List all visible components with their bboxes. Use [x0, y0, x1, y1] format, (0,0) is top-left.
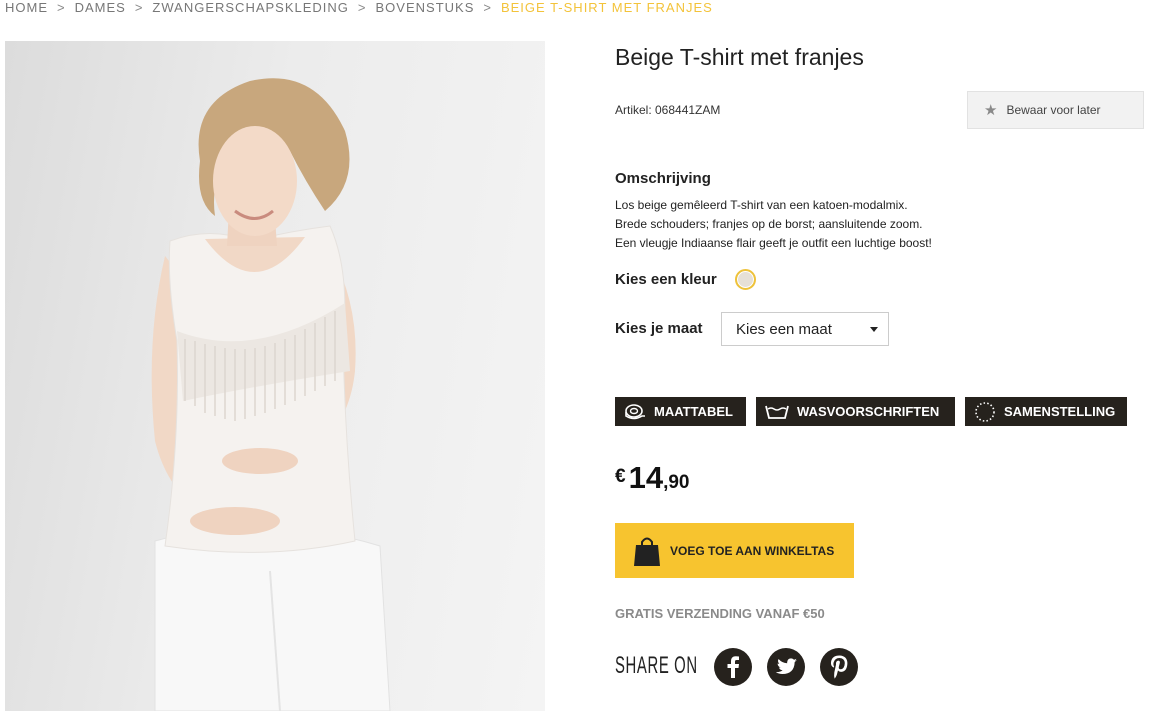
breadcrumb-dames[interactable]: DAMES — [75, 0, 126, 15]
measuring-tape-icon — [625, 403, 645, 419]
care-instructions-button[interactable]: WASVOORSCHRIFTEN — [756, 397, 955, 426]
save-for-later-label: Bewaar voor later — [1006, 103, 1101, 117]
size-chart-button[interactable]: MAATTABEL — [615, 397, 746, 426]
composition-label: SAMENSTELLING — [1004, 404, 1116, 419]
size-chart-label: MAATTABEL — [654, 404, 733, 419]
pinterest-icon — [830, 655, 848, 679]
description-line: Een vleugje Indiaanse flair geeft je out… — [615, 236, 932, 250]
size-select-value: Kies een maat — [736, 320, 832, 338]
free-shipping-notice: GRATIS VERZENDING VANAF €50 — [615, 606, 825, 621]
add-to-cart-label: VOEG TOE AAN WINKELTAS — [670, 543, 835, 558]
product-title: Beige T-shirt met franjes — [615, 44, 864, 70]
breadcrumb-separator: > — [483, 0, 492, 15]
wash-basin-icon — [765, 405, 789, 419]
breadcrumb-bovenstuks[interactable]: BOVENSTUKS — [376, 0, 475, 15]
breadcrumb-separator: > — [134, 0, 144, 15]
size-label: Kies je maat — [615, 320, 703, 337]
breadcrumb-zwangerschapskleding[interactable]: ZWANGERSCHAPSKLEDING — [152, 0, 349, 15]
breadcrumb-home[interactable]: HOME — [5, 0, 48, 15]
caret-down-icon — [870, 327, 878, 332]
breadcrumb-separator: > — [57, 0, 66, 15]
price-integer: 14 — [628, 460, 664, 495]
save-for-later-button[interactable]: ★ Bewaar voor later — [967, 91, 1144, 129]
description: Los beige gemêleerd T-shirt van een kato… — [615, 196, 932, 253]
description-title: Omschrijving — [615, 170, 711, 187]
twitter-share-button[interactable] — [767, 648, 805, 686]
care-instructions-label: WASVOORSCHRIFTEN — [797, 404, 940, 419]
share-label: SHARE ON — [615, 652, 698, 679]
facebook-share-button[interactable] — [714, 648, 752, 686]
article-number: Artikel: 068441ZAM — [615, 103, 721, 117]
breadcrumb-separator: > — [357, 0, 367, 15]
facebook-icon — [727, 656, 739, 678]
breadcrumb-current: BEIGE T-SHIRT MET FRANJES — [500, 0, 713, 15]
description-line: Brede schouders; franjes op de borst; aa… — [615, 217, 923, 231]
color-label: Kies een kleur — [615, 271, 717, 288]
add-to-cart-button[interactable]: VOEG TOE AAN WINKELTAS — [615, 523, 854, 578]
product-image[interactable] — [5, 41, 545, 711]
description-line: Los beige gemêleerd T-shirt van een kato… — [615, 198, 908, 212]
twitter-icon — [775, 658, 797, 674]
product-photo-illustration — [151, 78, 391, 711]
price-decimal: ,90 — [663, 472, 690, 493]
pinterest-share-button[interactable] — [820, 648, 858, 686]
composition-button[interactable]: SAMENSTELLING — [965, 397, 1127, 426]
size-select[interactable]: Kies een maat — [721, 312, 889, 346]
star-icon: ★ — [984, 102, 998, 119]
composition-dots-icon — [975, 401, 995, 422]
price: €14,90 — [615, 460, 689, 496]
color-swatch-beige[interactable] — [735, 269, 756, 290]
price-currency: € — [615, 466, 626, 487]
breadcrumb: HOME > DAMES > ZWANGERSCHAPSKLEDING > BOVENSTU… — [5, 0, 713, 16]
shopping-bag-icon — [634, 537, 660, 566]
